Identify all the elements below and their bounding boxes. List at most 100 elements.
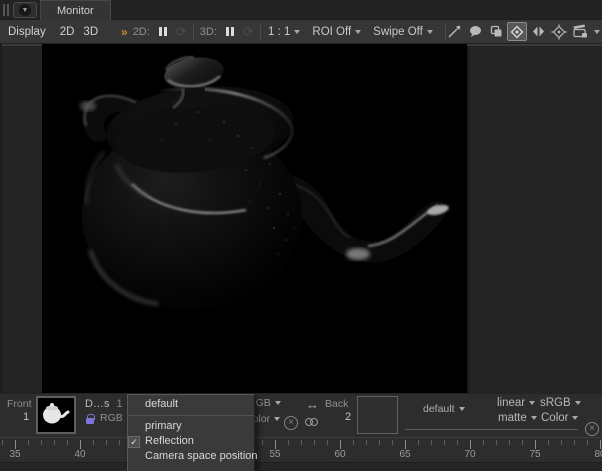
menu-item-camera-space-position[interactable]: Camera space position	[128, 449, 254, 464]
timeline-minor-tick	[587, 440, 588, 445]
timeline-frame-label: 75	[529, 449, 540, 460]
timeline-major-tick	[340, 440, 341, 449]
zoom-ratio-dropdown[interactable]: 1 : 1	[268, 26, 300, 38]
matte-dropdown[interactable]: matte	[498, 412, 537, 424]
front-buffer-label: Front	[7, 398, 32, 410]
timeline-minor-tick	[522, 440, 523, 445]
timeline-major-tick	[470, 440, 471, 449]
swipe-dropdown[interactable]: Swipe Off	[373, 26, 433, 38]
chevron-down-icon	[274, 417, 280, 421]
panel-gripper-icon[interactable]	[3, 4, 9, 16]
menu-item-reflection[interactable]: ✓ Reflection	[128, 434, 254, 449]
view-3d-button[interactable]: 3D	[83, 26, 98, 38]
monitor-panel: ▼ Monitor Display 2D 3D » 2D: ⟳ 3D: ⟳ 1 …	[0, 0, 602, 471]
chevron-down-icon	[355, 30, 361, 34]
viewer-viewport[interactable]	[42, 44, 467, 393]
lock-icon[interactable]	[86, 415, 94, 427]
timeline-ruler[interactable]: 35404550556065707580	[0, 437, 602, 462]
timeline-minor-tick	[67, 440, 68, 445]
view-2d-button[interactable]: 2D	[60, 26, 75, 38]
timeline-frame-label: 60	[334, 449, 345, 460]
menu-item-label: Camera space position	[145, 450, 258, 462]
panel-menu-button[interactable]: ▼	[13, 2, 37, 18]
timeline-major-tick	[405, 440, 406, 449]
chevron-down-icon	[572, 416, 578, 420]
timeline-frame-label: 70	[464, 449, 475, 460]
timeline-minor-tick	[262, 440, 263, 445]
loop-2d-icon[interactable]: ⟳	[176, 25, 187, 38]
timeline-minor-tick	[379, 440, 380, 445]
front-clip-name[interactable]: D…s 1	[85, 398, 123, 410]
toolbar-separator	[193, 25, 194, 39]
timeline-minor-tick	[457, 440, 458, 445]
timeline-minor-tick	[509, 440, 510, 445]
back-thumbnail[interactable]	[357, 396, 398, 434]
comment-bubble-icon[interactable]	[465, 22, 485, 41]
front-clear-button[interactable]: ×	[284, 416, 298, 430]
colorspace-dropdown[interactable]: linear	[497, 397, 535, 409]
matte-value: matte	[498, 412, 527, 424]
tab-monitor[interactable]: Monitor	[40, 0, 111, 20]
timeline-major-tick	[600, 440, 601, 449]
chevron-down-icon	[529, 401, 535, 405]
timeline-minor-tick	[301, 440, 302, 445]
front-clip-number: 1	[116, 398, 122, 410]
tab-bar: ▼ Monitor	[0, 0, 602, 20]
back-lut-value: default	[423, 403, 455, 415]
link-buffers-icon[interactable]	[305, 418, 318, 426]
zoom-ratio-value: 1 : 1	[268, 26, 290, 38]
timeline-minor-tick	[366, 440, 367, 445]
timeline-minor-tick	[327, 440, 328, 445]
menu-item-default[interactable]: default	[128, 395, 254, 414]
loop-3d-icon[interactable]: ⟳	[243, 25, 254, 38]
timeline-minor-tick	[431, 440, 432, 445]
menu-item-primary[interactable]: primary	[128, 419, 254, 434]
menu-separator	[128, 415, 254, 416]
timeline-minor-tick	[444, 440, 445, 445]
menu-item-label: default	[145, 398, 178, 410]
buffer-control-bar: Front 1 D…s1 RGB RGB Color × ↔ Back 2	[0, 393, 602, 437]
chevron-down-icon	[275, 401, 281, 405]
back-clear-button[interactable]: ×	[585, 422, 599, 436]
timeline-minor-tick	[561, 440, 562, 445]
menu-item-label: Reflection	[145, 435, 194, 447]
timeline-frame-label: 80	[594, 449, 602, 460]
swap-buffers-icon[interactable]: ↔	[306, 400, 319, 410]
chevron-down-icon	[575, 401, 581, 405]
layers-icon[interactable]	[486, 22, 506, 41]
check-icon: ✓	[128, 436, 140, 448]
display-colorspace-dropdown[interactable]: sRGB	[540, 397, 581, 409]
exposure-slider[interactable]	[405, 429, 578, 430]
timeline-minor-tick	[2, 440, 3, 445]
expand-playback-icon[interactable]: »	[121, 25, 127, 39]
chevron-down-icon	[427, 30, 433, 34]
front-buffer-number: 1	[23, 411, 29, 423]
panel-menu-icon: ▼	[19, 4, 31, 16]
color-sampler-icon[interactable]	[444, 22, 464, 41]
teapot-render	[42, 44, 467, 393]
back-lut-dropdown[interactable]: default	[423, 403, 465, 415]
timeline-frame-label: 65	[399, 449, 410, 460]
roi-value: ROI Off	[312, 26, 351, 38]
timeline-major-tick	[80, 440, 81, 449]
front-locked-channel[interactable]: RGB	[100, 412, 123, 424]
chevron-down-icon	[531, 416, 537, 420]
roi-dropdown[interactable]: ROI Off	[312, 26, 361, 38]
front-thumbnail[interactable]	[36, 396, 76, 434]
pause-2d-button[interactable]	[156, 25, 170, 38]
timeline-minor-tick	[418, 440, 419, 445]
bottom-edge-strip	[0, 462, 602, 471]
clapperboard-icon[interactable]	[570, 22, 590, 41]
back-view-dropdown[interactable]: Color	[541, 412, 578, 424]
timeline-frame-label: 55	[269, 449, 280, 460]
display-menu-button[interactable]: Display	[8, 26, 46, 38]
chevron-down-icon[interactable]	[594, 30, 600, 34]
pixel-probe-icon[interactable]	[507, 22, 527, 41]
center-target-icon[interactable]	[549, 22, 569, 41]
timeline-minor-tick	[54, 440, 55, 445]
timeline-minor-tick	[548, 440, 549, 445]
front-clip-name-text: D…s	[85, 398, 109, 410]
monitor-toolbar: Display 2D 3D » 2D: ⟳ 3D: ⟳ 1 : 1 ROI Of…	[0, 20, 602, 44]
pause-3d-button[interactable]	[223, 25, 237, 38]
split-diamond-icon[interactable]	[528, 22, 548, 41]
